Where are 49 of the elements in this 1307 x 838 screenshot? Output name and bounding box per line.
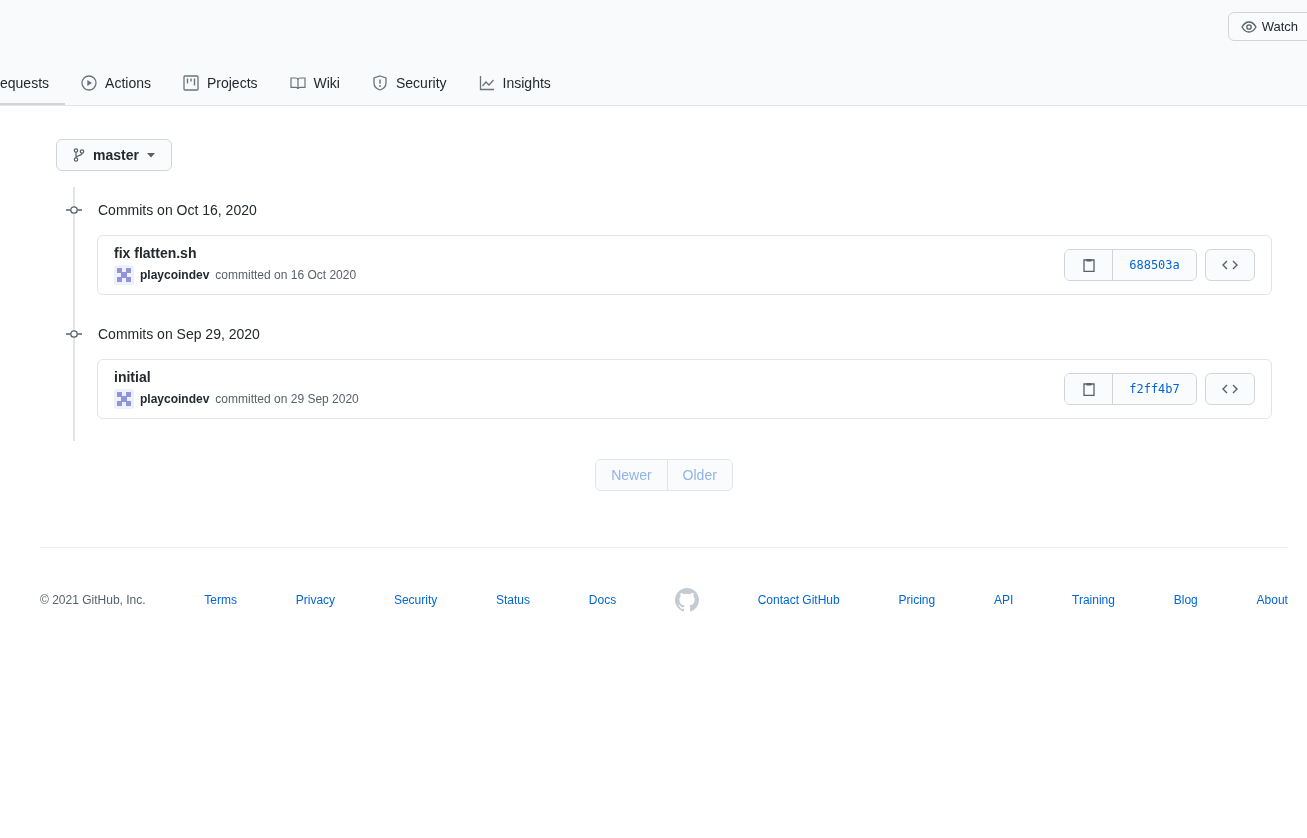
commit-time: committed on 16 Oct 2020 xyxy=(215,268,357,282)
commit-date-heading: Commits on Sep 29, 2020 xyxy=(98,326,260,342)
commit-message[interactable]: initial xyxy=(114,369,1064,385)
nav-tab[interactable]: Wiki xyxy=(273,62,356,105)
commit-node-icon xyxy=(66,205,82,215)
clipboard-icon xyxy=(1082,258,1095,272)
footer-link[interactable]: Privacy xyxy=(295,593,336,607)
author-link[interactable]: playcoindev xyxy=(140,268,210,282)
footer-link[interactable]: Terms xyxy=(204,593,237,607)
code-icon xyxy=(1222,260,1238,270)
footer-link[interactable]: Docs xyxy=(588,593,617,607)
commit-message[interactable]: fix flatten.sh xyxy=(114,245,1064,261)
copy-button[interactable] xyxy=(1065,250,1113,280)
avatar-icon xyxy=(114,389,134,409)
browse-code-button[interactable] xyxy=(1205,373,1255,405)
footer-link[interactable]: Pricing xyxy=(898,593,936,607)
caret-icon xyxy=(146,152,155,158)
browse-code-button[interactable] xyxy=(1205,249,1255,281)
book-icon xyxy=(289,74,306,91)
play-icon xyxy=(81,74,98,91)
code-icon xyxy=(1222,384,1238,394)
octocat-logo-icon[interactable] xyxy=(674,588,699,612)
graph-icon xyxy=(478,74,495,91)
commit-date-heading: Commits on Oct 16, 2020 xyxy=(98,202,257,218)
clipboard-icon xyxy=(1082,382,1095,396)
nav-tab[interactable]: Security xyxy=(356,62,463,105)
commit-node-icon xyxy=(66,329,82,339)
footer-link[interactable]: Blog xyxy=(1173,593,1198,607)
footer-link[interactable]: About xyxy=(1256,593,1288,607)
footer-link[interactable]: Status xyxy=(496,593,531,607)
eye-icon xyxy=(1240,18,1257,35)
branch-select[interactable]: master xyxy=(56,139,172,171)
nav-tab[interactable]: Insights xyxy=(462,62,567,105)
avatar-icon xyxy=(114,265,134,285)
footer-link[interactable]: Training xyxy=(1072,593,1115,607)
nav-tab[interactable]: Actions xyxy=(65,62,167,105)
nav-tab[interactable]: Projects xyxy=(166,62,274,105)
author-link[interactable]: playcoindev xyxy=(140,392,210,406)
footer-link[interactable]: Contact GitHub xyxy=(757,593,840,607)
watch-button[interactable]: Watch xyxy=(1227,12,1307,41)
commit-time: committed on 29 Sep 2020 xyxy=(215,392,359,406)
footer-link[interactable]: API xyxy=(993,593,1014,607)
project-board-icon xyxy=(182,74,199,91)
copy-button[interactable] xyxy=(1065,374,1113,404)
copyright-text: © 2021 GitHub, Inc. xyxy=(40,593,146,607)
nav-tab[interactable]: equests xyxy=(0,62,66,105)
shield-icon xyxy=(372,74,388,91)
branch-icon xyxy=(73,148,85,162)
footer-link[interactable]: Security xyxy=(393,593,438,607)
